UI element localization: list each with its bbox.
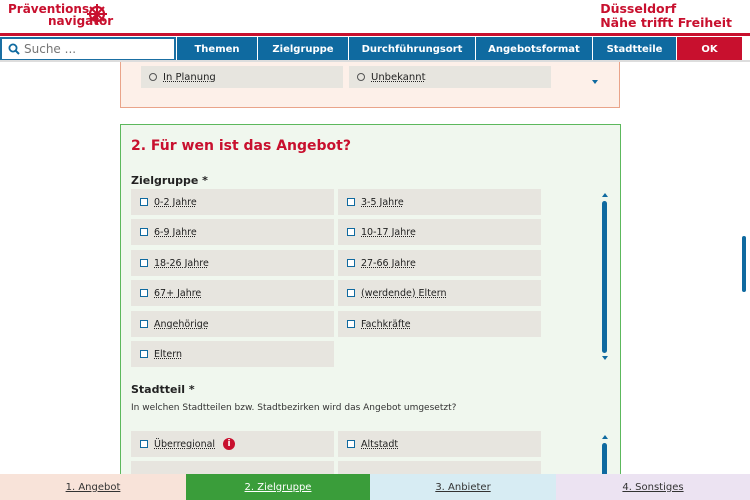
checkbox-label: 0-2 Jahre xyxy=(154,196,197,208)
checkbox-label: 18-26 Jahre xyxy=(154,257,209,269)
checkbox-label: 6-9 Jahre xyxy=(154,226,197,238)
checkbox-fachkraefte[interactable]: Fachkräfte xyxy=(338,311,541,337)
step-zielgruppe-tab[interactable]: 2. Zielgruppe xyxy=(186,474,370,500)
checkbox-angehoerige[interactable]: Angehörige xyxy=(131,311,334,337)
info-icon[interactable]: i xyxy=(223,438,236,450)
checkbox-icon xyxy=(140,289,148,297)
checkbox-icon xyxy=(140,350,148,358)
checkbox-67-plus-jahre[interactable]: 67+ Jahre xyxy=(131,280,334,306)
checkbox-icon xyxy=(347,198,355,206)
city-name: Düsseldorf xyxy=(600,1,677,16)
checkbox-label: Eltern xyxy=(154,348,182,360)
checkbox-10-17-jahre[interactable]: 10-17 Jahre xyxy=(338,219,541,245)
radio-icon xyxy=(149,73,157,81)
section-angebot-panel: In Planung Unbekannt xyxy=(120,62,620,108)
section-zielgruppe-panel: 2. Für wen ist das Angebot? Zielgruppe *… xyxy=(120,124,621,487)
checkbox-icon xyxy=(347,228,355,236)
checkbox-icon xyxy=(347,440,355,448)
stadtteil-label: Stadtteil * xyxy=(131,383,195,396)
scroll-up-arrow-icon[interactable] xyxy=(602,193,608,197)
step-anbieter-tab[interactable]: 3. Anbieter xyxy=(370,474,556,500)
nav-angebotsformat-button[interactable]: Angebotsformat xyxy=(475,37,592,61)
checkbox-icon xyxy=(140,228,148,236)
city-slogan: Nähe trifft Freiheit xyxy=(600,15,732,30)
nav-stadtteile-button[interactable]: Stadtteile xyxy=(592,37,676,61)
radio-label: Unbekannt xyxy=(371,71,426,83)
checkbox-18-26-jahre[interactable]: 18-26 Jahre xyxy=(131,250,334,276)
nav-durchfuehrungsort-button[interactable]: Durchführungsort xyxy=(348,37,475,61)
checkbox-label: 67+ Jahre xyxy=(154,287,202,299)
form-steps-bar: 1. Angebot 2. Zielgruppe 3. Anbieter 4. … xyxy=(0,474,750,500)
zielgruppe-label: Zielgruppe * xyxy=(131,174,208,187)
checkbox-eltern[interactable]: Eltern xyxy=(131,341,334,367)
scroll-up-arrow-icon[interactable] xyxy=(602,435,608,439)
checkbox-icon xyxy=(347,289,355,297)
site-header: Präventions navigator Düsseldorf Nähe tr… xyxy=(0,0,750,36)
step-sonstiges-tab[interactable]: 4. Sonstiges xyxy=(556,474,750,500)
checkbox-label: Altstadt xyxy=(361,438,399,450)
page-scrollbar[interactable] xyxy=(742,236,746,292)
zielgruppe-scrollbar[interactable] xyxy=(602,201,607,353)
checkbox-label: Fachkräfte xyxy=(361,318,411,330)
checkbox-label: 3-5 Jahre xyxy=(361,196,404,208)
radio-label: In Planung xyxy=(163,71,216,83)
compass-wheel-icon xyxy=(87,4,107,24)
radio-in-planung[interactable]: In Planung xyxy=(141,66,343,88)
city-logo[interactable]: Düsseldorf Nähe trifft Freiheit xyxy=(600,2,732,30)
checkbox-6-9-jahre[interactable]: 6-9 Jahre xyxy=(131,219,334,245)
scroll-down-arrow-icon[interactable] xyxy=(602,356,608,360)
checkbox-0-2-jahre[interactable]: 0-2 Jahre xyxy=(131,189,334,215)
checkbox-label: (werdende) Eltern xyxy=(361,287,447,299)
nav-zielgruppe-button[interactable]: Zielgruppe xyxy=(257,37,348,61)
section-title: 2. Für wen ist das Angebot? xyxy=(131,138,351,154)
nav-themen-button[interactable]: Themen xyxy=(176,37,257,61)
radio-unbekannt[interactable]: Unbekannt xyxy=(349,66,551,88)
header-divider xyxy=(0,33,750,36)
radio-icon xyxy=(357,73,365,81)
checkbox-icon xyxy=(140,320,148,328)
search-input[interactable] xyxy=(24,42,164,56)
checkbox-label: Überregional xyxy=(154,438,216,450)
checkbox-icon xyxy=(140,440,148,448)
checkbox-3-5-jahre[interactable]: 3-5 Jahre xyxy=(338,189,541,215)
search-box[interactable] xyxy=(0,37,176,61)
checkbox-icon xyxy=(347,259,355,267)
checkbox-icon xyxy=(347,320,355,328)
search-icon xyxy=(8,43,20,55)
checkbox-ueberregional[interactable]: Überregional i xyxy=(131,431,334,457)
checkbox-27-66-jahre[interactable]: 27-66 Jahre xyxy=(338,250,541,276)
checkbox-icon xyxy=(140,259,148,267)
filter-navbar: Themen Zielgruppe Durchführungsort Angeb… xyxy=(0,37,742,61)
checkbox-label: 10-17 Jahre xyxy=(361,226,416,238)
stadtteil-question: In welchen Stadtteilen bzw. Stadtbezirke… xyxy=(131,403,457,413)
checkbox-icon xyxy=(140,198,148,206)
checkbox-label: Angehörige xyxy=(154,318,209,330)
checkbox-altstadt[interactable]: Altstadt xyxy=(338,431,541,457)
nav-ok-button[interactable]: OK xyxy=(676,37,742,61)
scroll-down-arrow-icon[interactable] xyxy=(592,80,598,84)
step-angebot-tab[interactable]: 1. Angebot xyxy=(0,474,186,500)
checkbox-werdende-eltern[interactable]: (werdende) Eltern xyxy=(338,280,541,306)
checkbox-label: 27-66 Jahre xyxy=(361,257,416,269)
